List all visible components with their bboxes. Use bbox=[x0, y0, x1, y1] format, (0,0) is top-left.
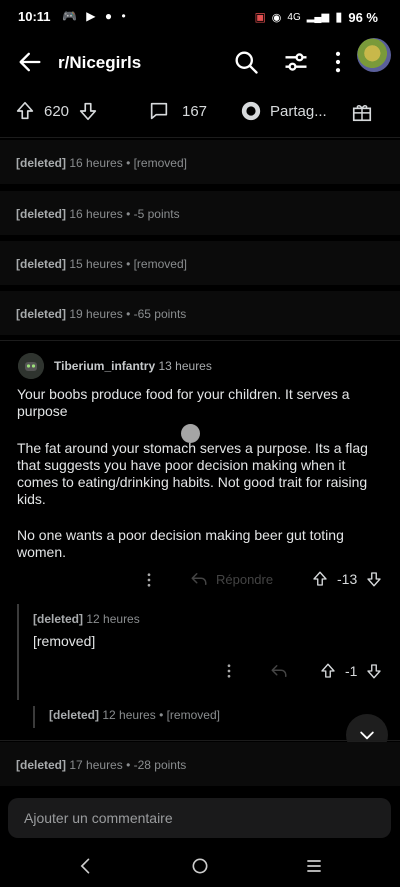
comment-vote: -13 bbox=[311, 570, 383, 588]
reply-button[interactable]: Répondre bbox=[190, 570, 273, 588]
deleted-comment-meta: [deleted] 15 heures • [removed] bbox=[16, 257, 187, 271]
back-arrow-icon[interactable] bbox=[16, 48, 44, 76]
comment-author-avatar[interactable] bbox=[18, 353, 44, 379]
comment-time: 13 heures bbox=[158, 359, 212, 373]
comment-meta: 17 heures • -28 points bbox=[69, 758, 187, 772]
downvote-icon[interactable] bbox=[77, 100, 99, 122]
deleted-comment-meta: [deleted] 17 heures • -28 points bbox=[16, 758, 186, 772]
user-avatar[interactable] bbox=[357, 38, 391, 72]
comment-meta: 19 heures • -65 points bbox=[69, 307, 187, 321]
network-label: 4G bbox=[287, 11, 301, 23]
comment-username: [deleted] bbox=[16, 207, 67, 221]
battery-icon: ▮ bbox=[335, 9, 343, 24]
comments-button[interactable]: 167 bbox=[148, 100, 207, 122]
soldier-avatar-icon bbox=[18, 353, 44, 379]
reply-meta: [deleted] 12 heures • [removed] bbox=[49, 708, 220, 722]
reply-body: [removed] bbox=[33, 633, 96, 649]
comment-paragraph: No one wants a poor decision making beer… bbox=[17, 527, 344, 560]
reply-label: Répondre bbox=[216, 571, 274, 587]
comment-icon bbox=[150, 102, 168, 120]
award-icon[interactable] bbox=[351, 101, 373, 123]
nav-back-icon[interactable] bbox=[76, 856, 96, 876]
comment-paragraph: The fat around your stomach serves a pur… bbox=[17, 440, 368, 507]
comment-meta: 16 heures • -5 points bbox=[69, 207, 180, 221]
youtube-icon: ▶ bbox=[86, 9, 99, 23]
system-icons: ▣ ◉ 4G ▂▄▆ ▮ 96 % bbox=[254, 9, 378, 25]
wifi-icon: ◉ bbox=[271, 11, 282, 24]
search-icon[interactable] bbox=[232, 48, 260, 76]
divider bbox=[0, 340, 400, 341]
thread-line[interactable] bbox=[33, 706, 35, 728]
add-comment-placeholder: Ajouter un commentaire bbox=[24, 810, 173, 826]
signal-icon: ▂▄▆ bbox=[306, 11, 330, 23]
comment-meta: 16 heures • [removed] bbox=[69, 156, 187, 170]
reply-icon[interactable] bbox=[270, 662, 288, 680]
comment-score: -13 bbox=[337, 571, 358, 587]
system-nav-bar bbox=[0, 845, 400, 887]
reply-more-icon[interactable] bbox=[220, 662, 238, 680]
top-app-bar: r/Nicegirls bbox=[0, 34, 400, 90]
game-controller-icon: 🎮 bbox=[62, 9, 80, 23]
comment-meta: 15 heures • [removed] bbox=[69, 257, 187, 271]
comment-username: [deleted] bbox=[16, 156, 67, 170]
comment-more-icon[interactable] bbox=[140, 571, 158, 589]
nav-recents-icon[interactable] bbox=[304, 856, 324, 876]
reddit-icon: ● bbox=[104, 9, 116, 23]
add-comment-input[interactable]: Ajouter un commentaire bbox=[8, 798, 391, 838]
divider bbox=[0, 740, 400, 741]
nav-home-icon[interactable] bbox=[190, 856, 210, 876]
comment-author-line: Tiberium_infantry 13 heures bbox=[54, 359, 212, 373]
downvote-icon[interactable] bbox=[365, 570, 383, 588]
comment-author[interactable]: Tiberium_infantry bbox=[54, 359, 155, 373]
reply-time: 12 heures bbox=[86, 612, 140, 626]
sort-filter-icon[interactable] bbox=[282, 48, 310, 76]
more-vertical-icon[interactable] bbox=[324, 48, 352, 76]
cast-icon: ▣ bbox=[254, 10, 266, 24]
comment-username: [deleted] bbox=[16, 758, 67, 772]
dot-icon: • bbox=[121, 9, 129, 23]
reply-username: [deleted] bbox=[33, 612, 84, 626]
battery-label: 96 % bbox=[348, 9, 378, 25]
status-bar: 10:11 🎮 ▶ ● • ▣ ◉ 4G ▂▄▆ ▮ 96 % bbox=[0, 0, 400, 34]
share-label: Partag... bbox=[270, 102, 327, 120]
upvote-icon[interactable] bbox=[319, 662, 337, 680]
reply-username: [deleted] bbox=[49, 708, 100, 722]
reply-meta: [deleted] 12 heures bbox=[33, 612, 140, 626]
upvote-icon[interactable] bbox=[14, 100, 36, 122]
downvote-icon[interactable] bbox=[365, 662, 383, 680]
comment-username: [deleted] bbox=[16, 257, 67, 271]
post-vote: 620 bbox=[14, 100, 99, 122]
upvote-icon[interactable] bbox=[311, 570, 329, 588]
divider bbox=[0, 137, 400, 138]
comment-username: [deleted] bbox=[16, 307, 67, 321]
touch-indicator bbox=[181, 424, 200, 443]
share-icon bbox=[241, 101, 261, 121]
reply-vote: -1 bbox=[319, 662, 383, 680]
deleted-comment-meta: [deleted] 16 heures • -5 points bbox=[16, 207, 180, 221]
deleted-comment-meta: [deleted] 19 heures • -65 points bbox=[16, 307, 186, 321]
comment-count: 167 bbox=[182, 102, 208, 120]
comment-paragraph: Your boobs produce food for your childre… bbox=[17, 386, 350, 419]
reply-meta-text: 12 heures • [removed] bbox=[102, 708, 220, 722]
reply-score: -1 bbox=[345, 663, 358, 679]
reply-icon bbox=[191, 573, 207, 585]
status-time: 10:11 bbox=[18, 9, 51, 24]
post-score: 620 bbox=[44, 102, 70, 120]
share-button[interactable]: Partag... bbox=[240, 100, 327, 122]
thread-line[interactable] bbox=[17, 604, 19, 700]
notification-icons: 🎮 ▶ ● • bbox=[62, 9, 129, 23]
subreddit-title[interactable]: r/Nicegirls bbox=[58, 53, 141, 73]
post-action-bar: 620 167 Partag... bbox=[0, 92, 400, 134]
deleted-comment-meta: [deleted] 16 heures • [removed] bbox=[16, 156, 187, 170]
